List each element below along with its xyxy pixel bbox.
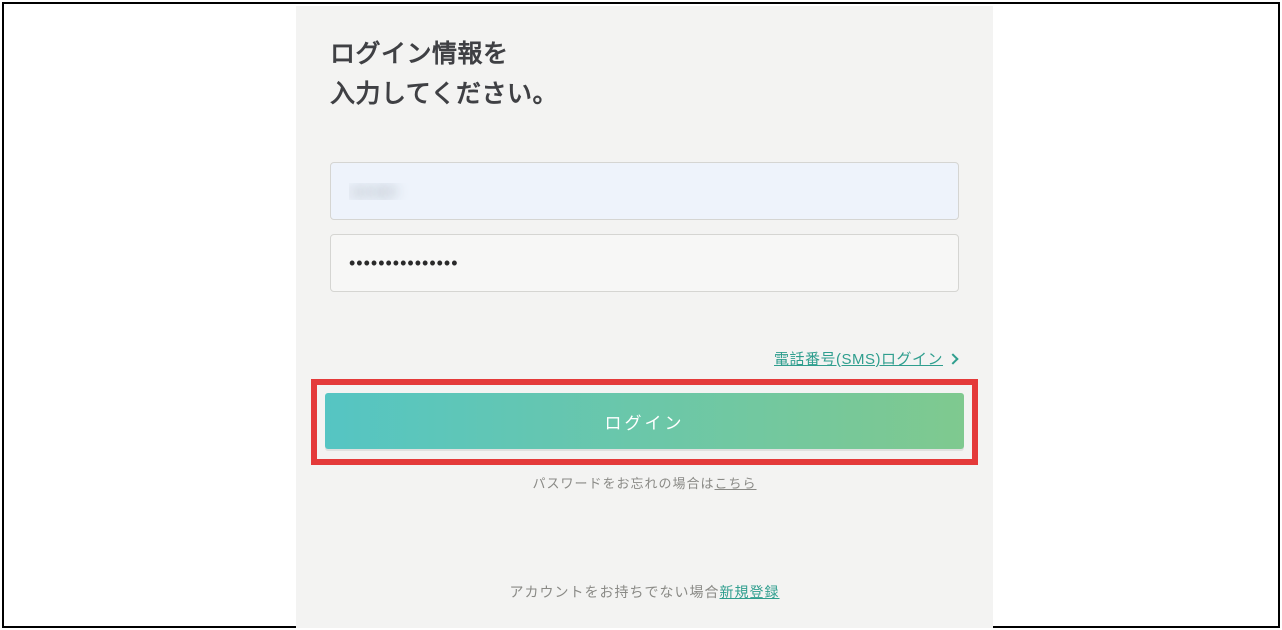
signup-link[interactable]: 新規登録 [720,584,780,600]
forgot-prefix: パスワードをお忘れの場合は [532,476,714,491]
login-button[interactable]: ログイン [325,393,964,449]
chevron-right-icon [947,353,958,364]
forgot-password-row: パスワードをお忘れの場合はこちら [330,473,959,492]
sms-login-label: 電話番号(SMS)ログイン [774,348,943,369]
forgot-password-link[interactable]: こちら [715,476,757,491]
signup-row: アカウントをお持ちでない場合新規登録 [330,582,959,602]
window-frame: ログイン情報を 入力してください。 電話番号(SMS)ログイン ログイン パスワ… [2,2,1280,628]
signup-prefix: アカウントをお持ちでない場合 [510,584,720,600]
page-title: ログイン情報を 入力してください。 [330,34,959,114]
sms-login-row: 電話番号(SMS)ログイン [330,348,959,369]
sms-login-link[interactable]: 電話番号(SMS)ログイン [774,348,957,369]
password-input[interactable] [330,234,959,292]
title-line-1: ログイン情報を [330,40,509,68]
title-line-2: 入力してください。 [330,80,558,108]
login-content: ログイン情報を 入力してください。 電話番号(SMS)ログイン ログイン パスワ… [296,6,993,602]
username-input[interactable] [330,162,959,220]
login-button-highlight: ログイン [311,379,978,465]
login-panel: ログイン情報を 入力してください。 電話番号(SMS)ログイン ログイン パスワ… [296,6,993,628]
